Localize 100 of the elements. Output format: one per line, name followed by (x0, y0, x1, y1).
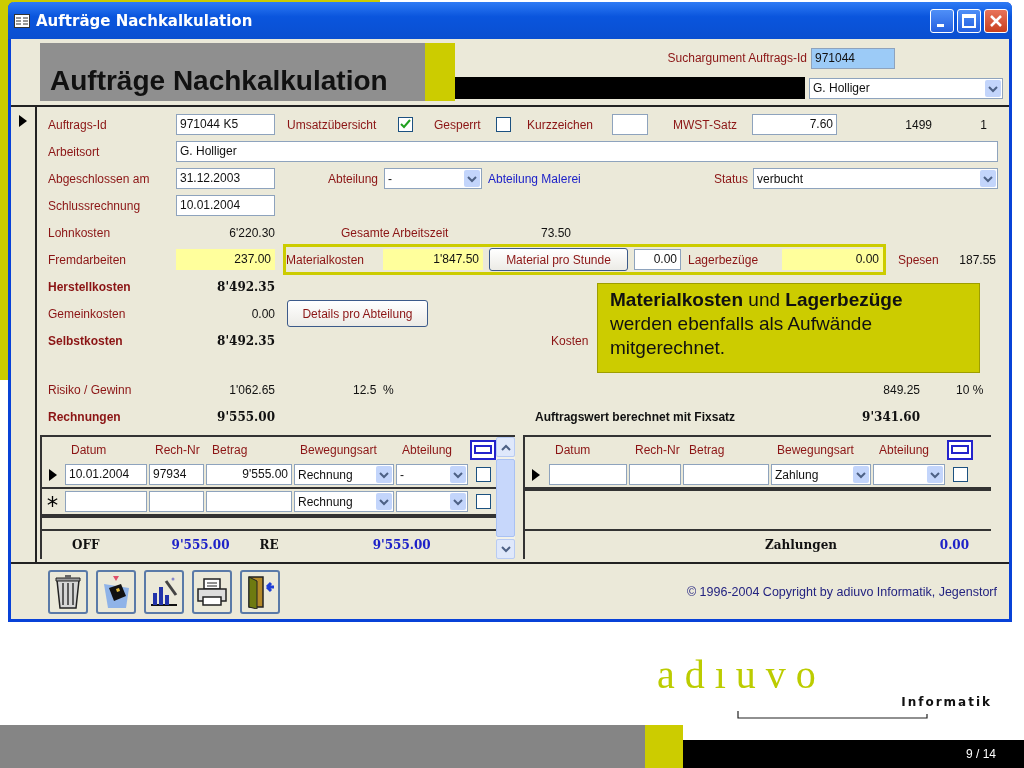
value-text: 6'220.30 (228, 225, 275, 240)
minimize-button[interactable] (930, 8, 954, 33)
dropdown[interactable]: Zahlung (771, 464, 871, 485)
checkbox[interactable] (476, 467, 491, 482)
value-text: 12.5 % (353, 382, 395, 397)
checkbox[interactable] (496, 117, 511, 132)
total-label: OFF (72, 538, 100, 552)
dropdown[interactable]: - (396, 464, 468, 485)
scrollbar[interactable] (496, 437, 515, 559)
table-cell-field[interactable] (149, 491, 204, 512)
column-header: Abteilung (401, 442, 454, 457)
total-label: Herstellkosten (48, 279, 132, 294)
total-value: 9'555.00 (170, 538, 230, 552)
form-view-icon[interactable] (470, 439, 496, 460)
field-label: Schlussrechnung (48, 198, 142, 213)
text-field[interactable] (612, 114, 648, 135)
field-label: Umsatzübersicht (287, 117, 378, 132)
toolbar-button[interactable] (192, 569, 232, 614)
toolbar-button[interactable] (144, 569, 184, 614)
chevron-down-icon[interactable] (450, 493, 466, 510)
checkbox[interactable] (398, 117, 413, 132)
toolbar-button[interactable] (96, 569, 136, 614)
value-text: 1 (979, 117, 987, 132)
value-text: 1'062.65 (228, 382, 275, 397)
minimize-icon (936, 24, 944, 27)
chevron-down-icon[interactable] (376, 493, 392, 510)
date-field[interactable]: 31.12.2003 (176, 168, 275, 189)
search-field[interactable]: 971044 (811, 47, 895, 69)
value-text: 1499 (904, 117, 932, 132)
dropdown[interactable]: verbucht (753, 168, 998, 189)
total-label: Selbstkosten (48, 333, 124, 348)
text-field[interactable]: G. Holliger (176, 141, 998, 162)
logo-text: adıuvo (657, 655, 826, 695)
value-text: 10 % (956, 382, 985, 397)
checkbox[interactable] (953, 467, 968, 482)
table-cell-field[interactable] (683, 464, 769, 485)
column-header: Rech-Nr (634, 442, 681, 457)
field-label: Arbeitsort (48, 144, 101, 159)
date-field[interactable]: 10.01.2004 (176, 195, 275, 216)
asterisk-icon (47, 496, 58, 507)
chevron-down-icon[interactable] (985, 79, 1001, 97)
dropdown[interactable] (396, 491, 468, 512)
scroll-down-icon[interactable] (500, 545, 511, 553)
column-header: Bewegungsart (776, 442, 855, 457)
field-label: Risiko / Gewinn (48, 382, 133, 397)
text-field[interactable]: 7.60 (752, 114, 837, 135)
column-header: Betrag (211, 442, 249, 457)
maximize-icon (962, 13, 976, 28)
details-button[interactable]: Details pro Abteilung (287, 300, 428, 327)
table-cell-field[interactable]: 97934 (149, 464, 204, 485)
printer-icon (196, 576, 228, 607)
close-button[interactable] (984, 8, 1008, 33)
dropdown[interactable]: - (384, 168, 482, 189)
column-header: Datum (70, 442, 108, 457)
value-text: 849.25 (882, 382, 920, 397)
dropdown[interactable]: Rechnung (294, 491, 394, 512)
checkbox[interactable] (476, 494, 491, 509)
field-label: Lohnkosten (48, 225, 112, 240)
total-value: 8'492.35 (216, 333, 275, 348)
chevron-down-icon[interactable] (853, 466, 869, 483)
field-label: Abgeschlossen am (48, 171, 151, 186)
chevron-down-icon[interactable] (980, 170, 996, 187)
total-label: RE (259, 538, 279, 552)
material-per-hour-button[interactable]: Material pro Stunde (489, 248, 628, 271)
field-label: Suchargument Auftrags-Id (666, 51, 807, 65)
exit-door-icon (245, 574, 275, 609)
field-label: Lagerbezüge (688, 252, 760, 267)
field-label: Gesperrt (434, 117, 482, 132)
text-field[interactable]: 0.00 (634, 249, 681, 270)
scroll-up-icon[interactable] (500, 443, 511, 451)
logo-subtitle: Informatik (901, 695, 992, 710)
dropdown[interactable]: Rechnung (294, 464, 394, 485)
table-cell-field[interactable]: 10.01.2004 (65, 464, 147, 485)
chevron-down-icon[interactable] (927, 466, 943, 483)
total-value: 0.00 (938, 538, 970, 552)
toolbar-button[interactable] (48, 569, 88, 614)
toolbar-button[interactable] (240, 569, 280, 614)
total-value: 9'555.00 (216, 409, 275, 424)
maximize-button[interactable] (957, 8, 981, 33)
window-title: Aufträge Nachkalkulation (36, 11, 253, 30)
table-cell-field[interactable] (629, 464, 681, 485)
chevron-down-icon[interactable] (376, 466, 392, 483)
chevron-down-icon[interactable] (450, 466, 466, 483)
table-cell-field[interactable] (206, 491, 292, 512)
column-header: Bewegungsart (299, 442, 378, 457)
table-cell-field[interactable] (65, 491, 147, 512)
field-label: Status (712, 171, 748, 186)
accent-block (425, 43, 455, 101)
form-view-icon[interactable] (947, 439, 973, 460)
value-text: 73.50 (541, 225, 573, 240)
column-header: Rech-Nr (154, 442, 201, 457)
table-cell-field[interactable]: 9'555.00 (206, 464, 292, 485)
chevron-down-icon[interactable] (464, 170, 480, 187)
dropdown[interactable]: G. Holliger (809, 77, 1003, 99)
record-pointer-icon (19, 115, 27, 127)
table-cell-field[interactable] (549, 464, 627, 485)
field-label: Gesamte Arbeitszeit (341, 225, 450, 240)
field-label: Auftrags-Id (48, 117, 108, 132)
column-header: Betrag (688, 442, 726, 457)
text-field[interactable]: 971044 K5 (176, 114, 275, 135)
